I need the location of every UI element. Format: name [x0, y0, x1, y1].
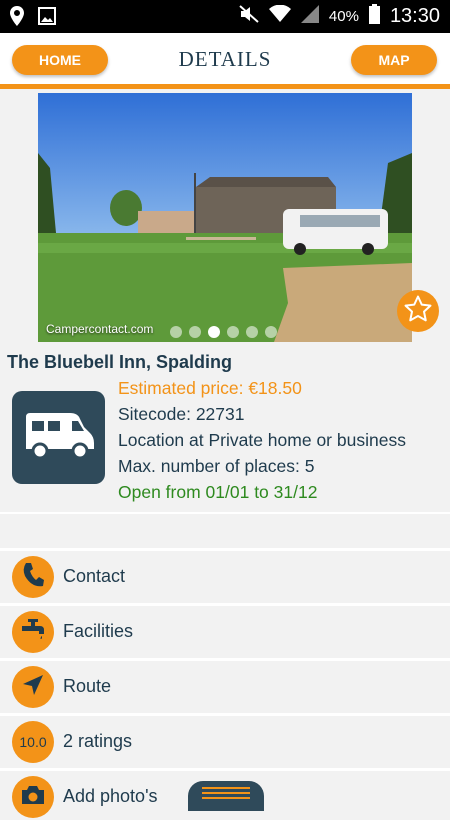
- camper-icon: [22, 411, 96, 464]
- rating-badge: 10.0: [12, 721, 54, 763]
- gallery-icon: [38, 7, 56, 30]
- carousel-dot[interactable]: [246, 326, 258, 338]
- carousel-dot[interactable]: [265, 326, 277, 338]
- add-photos-label: Add photo's: [63, 786, 158, 806]
- route-icon-badge: [12, 666, 54, 708]
- open-period: Open from 01/01 to 31/12: [118, 482, 318, 502]
- location-type: Location at Private home or business: [118, 430, 406, 450]
- favorite-button[interactable]: [397, 290, 439, 332]
- water-tap-icon: [20, 617, 46, 648]
- rating-value: 10.0: [19, 734, 47, 750]
- handle-line: [202, 787, 250, 789]
- ratings-row[interactable]: 10.0 2 ratings: [0, 713, 450, 765]
- camera-icon: [20, 784, 46, 811]
- handle-line: [202, 797, 250, 799]
- add-photos-icon-badge: [12, 776, 54, 818]
- location-pin-icon: [10, 6, 24, 31]
- site-name: The Bluebell Inn, Spalding: [7, 352, 233, 372]
- facilities-icon-badge: [12, 611, 54, 653]
- star-icon: [403, 294, 433, 329]
- contact-icon-badge: [12, 556, 54, 598]
- photo-watermark: Campercontact.com: [46, 322, 154, 336]
- battery-percent: 40%: [328, 8, 359, 25]
- site-photo: [38, 93, 412, 342]
- ratings-label: 2 ratings: [63, 731, 133, 751]
- section-divider: [0, 512, 450, 547]
- map-button[interactable]: MAP: [351, 45, 437, 75]
- site-photo-carousel[interactable]: [38, 93, 412, 342]
- carousel-dot[interactable]: [170, 326, 182, 338]
- battery-icon: [368, 4, 380, 29]
- carousel-dot[interactable]: [189, 326, 201, 338]
- route-label: Route: [63, 676, 112, 696]
- header-divider: [0, 84, 450, 89]
- contact-row[interactable]: Contact: [0, 548, 450, 600]
- clock: 13:30: [389, 5, 440, 27]
- estimated-price: Estimated price: €18.50: [118, 378, 302, 398]
- handle-line: [202, 792, 250, 794]
- status-bar: 40% 13:30: [0, 0, 450, 33]
- camper-type-tile: [12, 391, 105, 484]
- navigation-arrow-icon: [21, 673, 45, 702]
- max-places: Max. number of places: 5: [118, 456, 315, 476]
- contact-label: Contact: [63, 566, 126, 586]
- facilities-label: Facilities: [63, 621, 134, 641]
- wifi-icon: [268, 4, 291, 28]
- facilities-row[interactable]: Facilities: [0, 603, 450, 655]
- app-header: HOME DETAILS MAP: [0, 33, 450, 89]
- carousel-dot[interactable]: [227, 326, 239, 338]
- bottom-drawer-handle[interactable]: [188, 781, 264, 811]
- signal-icon: [300, 5, 319, 28]
- route-row[interactable]: Route: [0, 658, 450, 710]
- carousel-indicator: [170, 326, 277, 338]
- mute-icon: [239, 5, 259, 28]
- carousel-dot-active[interactable]: [208, 326, 220, 338]
- phone-icon: [22, 562, 44, 593]
- sitecode: Sitecode: 22731: [118, 404, 245, 424]
